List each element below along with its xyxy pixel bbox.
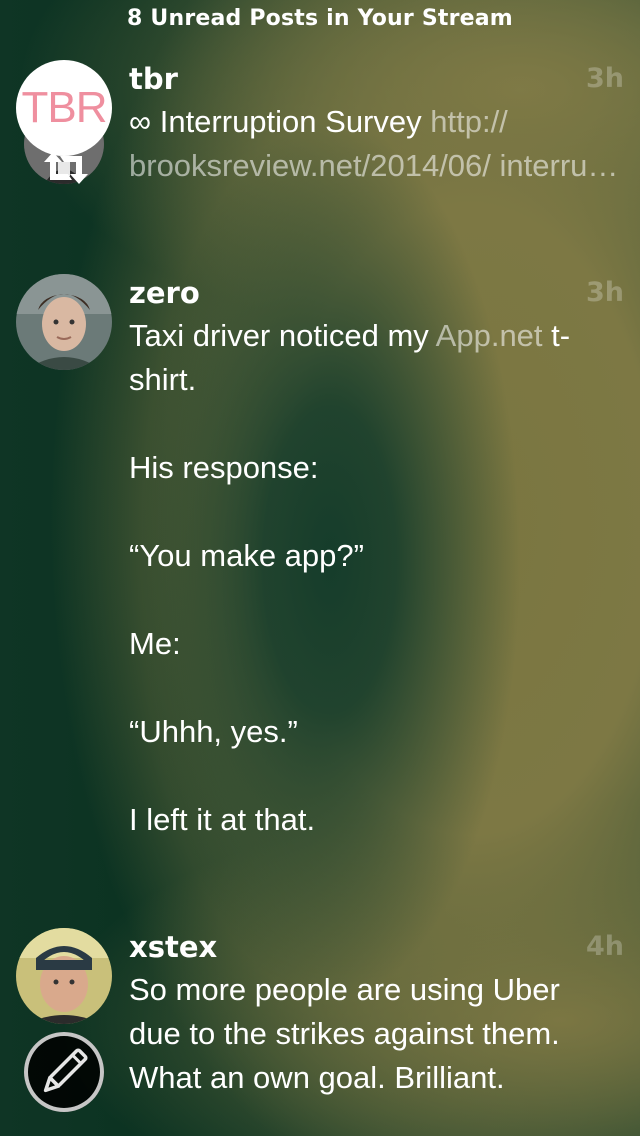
repost-icon xyxy=(44,152,88,184)
compose-button[interactable] xyxy=(24,1032,104,1112)
avatar-text: TBR xyxy=(21,83,108,132)
pencil-icon xyxy=(43,1048,88,1093)
timestamp: 3h xyxy=(585,277,624,308)
post-text-continued: t-shirt. His response: “You make app?” M… xyxy=(129,318,571,837)
post-link[interactable]: App.net xyxy=(436,318,543,353)
avatar-tbr[interactable]: TBR xyxy=(16,60,112,156)
post-text: Taxi driver noticed my xyxy=(129,318,436,353)
post-body: Taxi driver noticed my App.net t-shirt. … xyxy=(129,314,619,842)
post-body: ∞ Interruption Survey http:// brooksrevi… xyxy=(129,100,619,188)
timestamp: 4h xyxy=(585,931,624,962)
avatar-xstex[interactable] xyxy=(16,928,112,1024)
timestamp: 3h xyxy=(585,63,624,94)
username[interactable]: xstex xyxy=(129,930,217,964)
username[interactable]: tbr xyxy=(129,62,178,96)
post-body: So more people are using Uber due to the… xyxy=(129,972,569,1095)
username[interactable]: zero xyxy=(129,276,200,310)
unread-posts-banner[interactable]: 8 Unread Posts in Your Stream xyxy=(0,0,640,40)
avatar-zero[interactable] xyxy=(16,274,112,370)
post-text: ∞ Interruption Survey xyxy=(129,104,431,139)
